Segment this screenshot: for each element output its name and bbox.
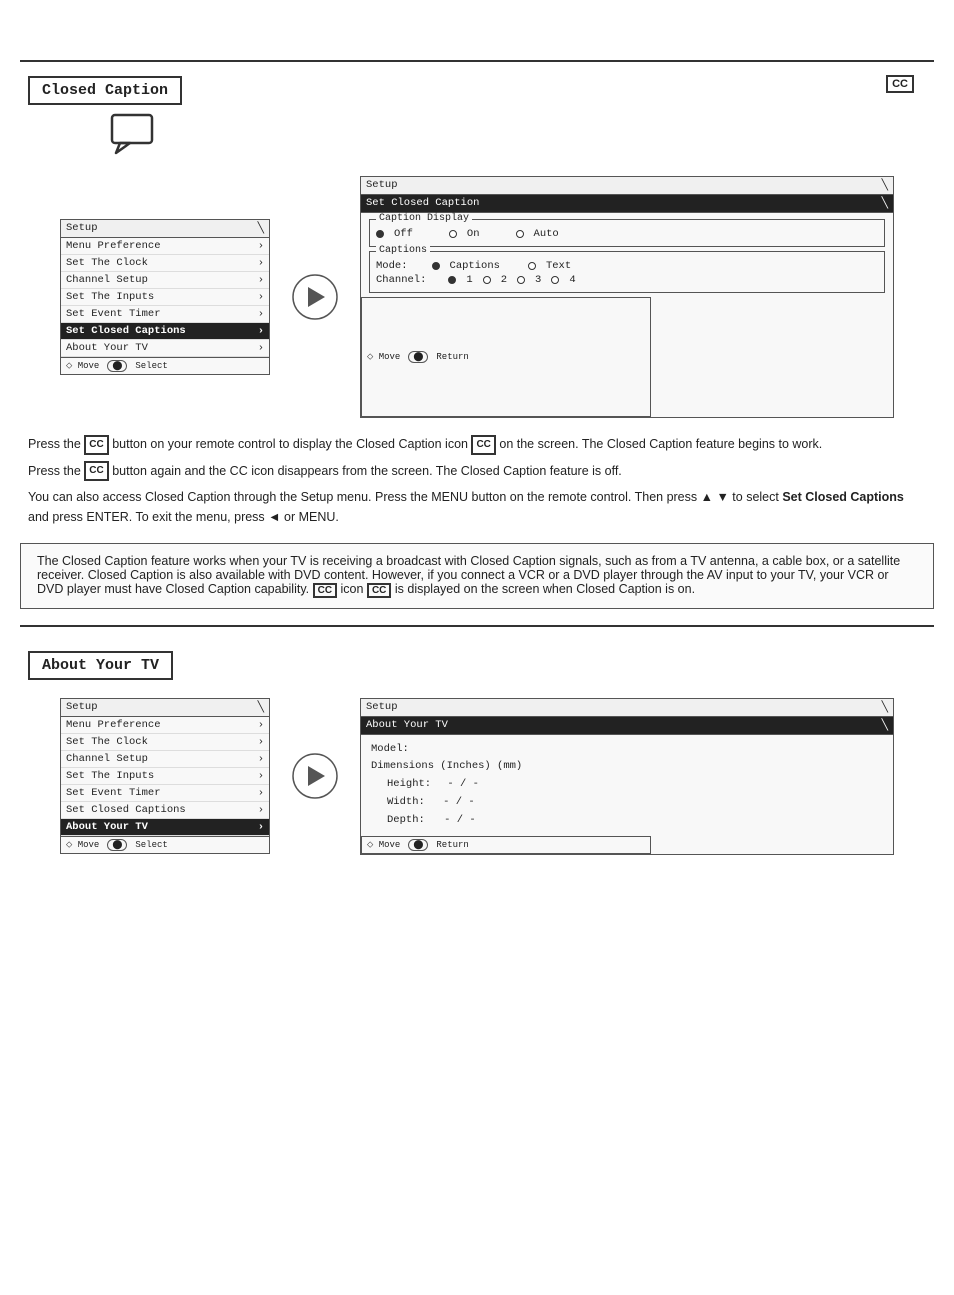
about-menu-item-set-closed: Set Closed Captions› [61, 802, 269, 819]
cc-inline-icon-4: CC [313, 583, 337, 598]
closed-caption-title: Closed Caption [28, 76, 182, 105]
caption-display-options: Off On Auto [376, 228, 878, 240]
cc-setup-footer: ⬦ Move ⬤ Select [61, 357, 269, 374]
radio-ch2-dot [483, 276, 491, 284]
about-tv-header-row: About Your TV [0, 637, 954, 680]
about-tv-section: About Your TV Setup ╲ Menu Preference› S… [0, 637, 954, 855]
about-panels-row: Setup ╲ Menu Preference› Set The Clock› … [60, 698, 894, 855]
cc-panel-selected-title: Set Closed Caption ╲ [361, 195, 893, 213]
about-setup-menu: Setup ╲ Menu Preference› Set The Clock› … [60, 698, 270, 854]
about-menu-item-about-tv: About Your TV› [61, 819, 269, 836]
about-tv-panel-content: Model: Dimensions (Inches) (mm) Height: … [361, 735, 893, 836]
cc-instruction-1: Press the CC button on your remote contr… [28, 434, 926, 455]
channel-options: Channel: 1 2 3 4 [376, 274, 878, 286]
radio-ch4-dot [551, 276, 559, 284]
cc-settings-panel: Setup ╲ Set Closed Caption ╲ Caption Dis… [360, 176, 894, 418]
model-row: Model: [371, 741, 883, 759]
radio-ch1-dot [448, 276, 456, 284]
about-menu-item-set-clock: Set The Clock› [61, 734, 269, 751]
menu-item-set-clock: Set The Clock› [61, 255, 269, 272]
cc-notice-text: The Closed Caption feature works when yo… [37, 554, 917, 597]
cc-instruction-2: Press the CC button again and the CC ico… [28, 461, 926, 482]
caption-display-box: Caption Display Off On Auto [369, 219, 885, 247]
closed-caption-section: Closed Caption CC Setup ╲ Menu Preferenc… [0, 62, 954, 609]
cc-settings-footer: ⬦ Move ⬤ Return [361, 297, 651, 417]
about-tv-footer: ⬦ Move ⬤ Return [361, 836, 651, 854]
about-menu-item-event-timer: Set Event Timer› [61, 785, 269, 802]
about-menu-item-set-inputs: Set The Inputs› [61, 768, 269, 785]
cc-setup-menu: Setup ╲ Menu Preference› Set The Clock› … [60, 219, 270, 375]
depth-row: Depth: - / - [387, 812, 883, 830]
cc-panels-row: Setup ╲ Menu Preference› Set The Clock› … [60, 176, 894, 418]
about-menu-item-menu-preference: Menu Preference› [61, 717, 269, 734]
cc-notice-box: The Closed Caption feature works when yo… [20, 543, 934, 608]
radio-on-dot [449, 230, 457, 238]
about-menu-item-channel-setup: Channel Setup› [61, 751, 269, 768]
radio-text-dot [528, 262, 536, 270]
cc-instructions: Press the CC button on your remote contr… [28, 434, 926, 527]
width-row: Width: - / - [387, 794, 883, 812]
mode-options: Mode: Captions Text [376, 260, 878, 272]
cc-badge-top: CC [886, 75, 914, 93]
captions-box: Captions Mode: Captions Text Channel: 1 [369, 251, 885, 293]
about-setup-title: Setup ╲ [61, 699, 269, 717]
mid-divider [20, 625, 934, 627]
menu-item-event-timer: Set Event Timer› [61, 306, 269, 323]
menu-item-menu-preference: Menu Preference› [61, 238, 269, 255]
cc-instruction-3: You can also access Closed Caption throu… [28, 487, 926, 527]
dimensions-values: Height: - / - Width: - / - Depth: - / - [371, 776, 883, 830]
about-tv-panel-setup-title: Setup ╲ [361, 699, 893, 717]
cc-inline-icon-3: CC [84, 461, 108, 481]
height-row: Height: - / - [387, 776, 883, 794]
radio-auto-dot [516, 230, 524, 238]
menu-item-set-closed-captions: Set Closed Captions› [61, 323, 269, 340]
cc-panel-setup-title: Setup ╲ [361, 177, 893, 195]
cc-setup-title: Setup ╲ [61, 220, 269, 238]
about-setup-footer: ⬦ Move ⬤ Select [61, 836, 269, 853]
about-tv-panel: Setup ╲ About Your TV ╲ Model: Dimension… [360, 698, 894, 855]
arrow-right-2 [290, 751, 340, 801]
menu-item-channel-setup: Channel Setup› [61, 272, 269, 289]
cc-inline-icon-5: CC [367, 583, 391, 598]
about-tv-title: About Your TV [28, 651, 173, 680]
dimensions-row: Dimensions (Inches) (mm) [371, 758, 883, 776]
radio-captions-dot [432, 262, 440, 270]
radio-ch3-dot [517, 276, 525, 284]
cc-inline-icon-1: CC [84, 435, 108, 455]
menu-item-about-tv: About Your TV› [61, 340, 269, 357]
speech-bubble-icon [110, 113, 954, 158]
arrow-right-1 [290, 272, 340, 322]
cc-inline-icon-2: CC [471, 435, 495, 455]
menu-item-set-inputs: Set The Inputs› [61, 289, 269, 306]
about-tv-panel-selected-title: About Your TV ╲ [361, 717, 893, 735]
radio-off-dot [376, 230, 384, 238]
